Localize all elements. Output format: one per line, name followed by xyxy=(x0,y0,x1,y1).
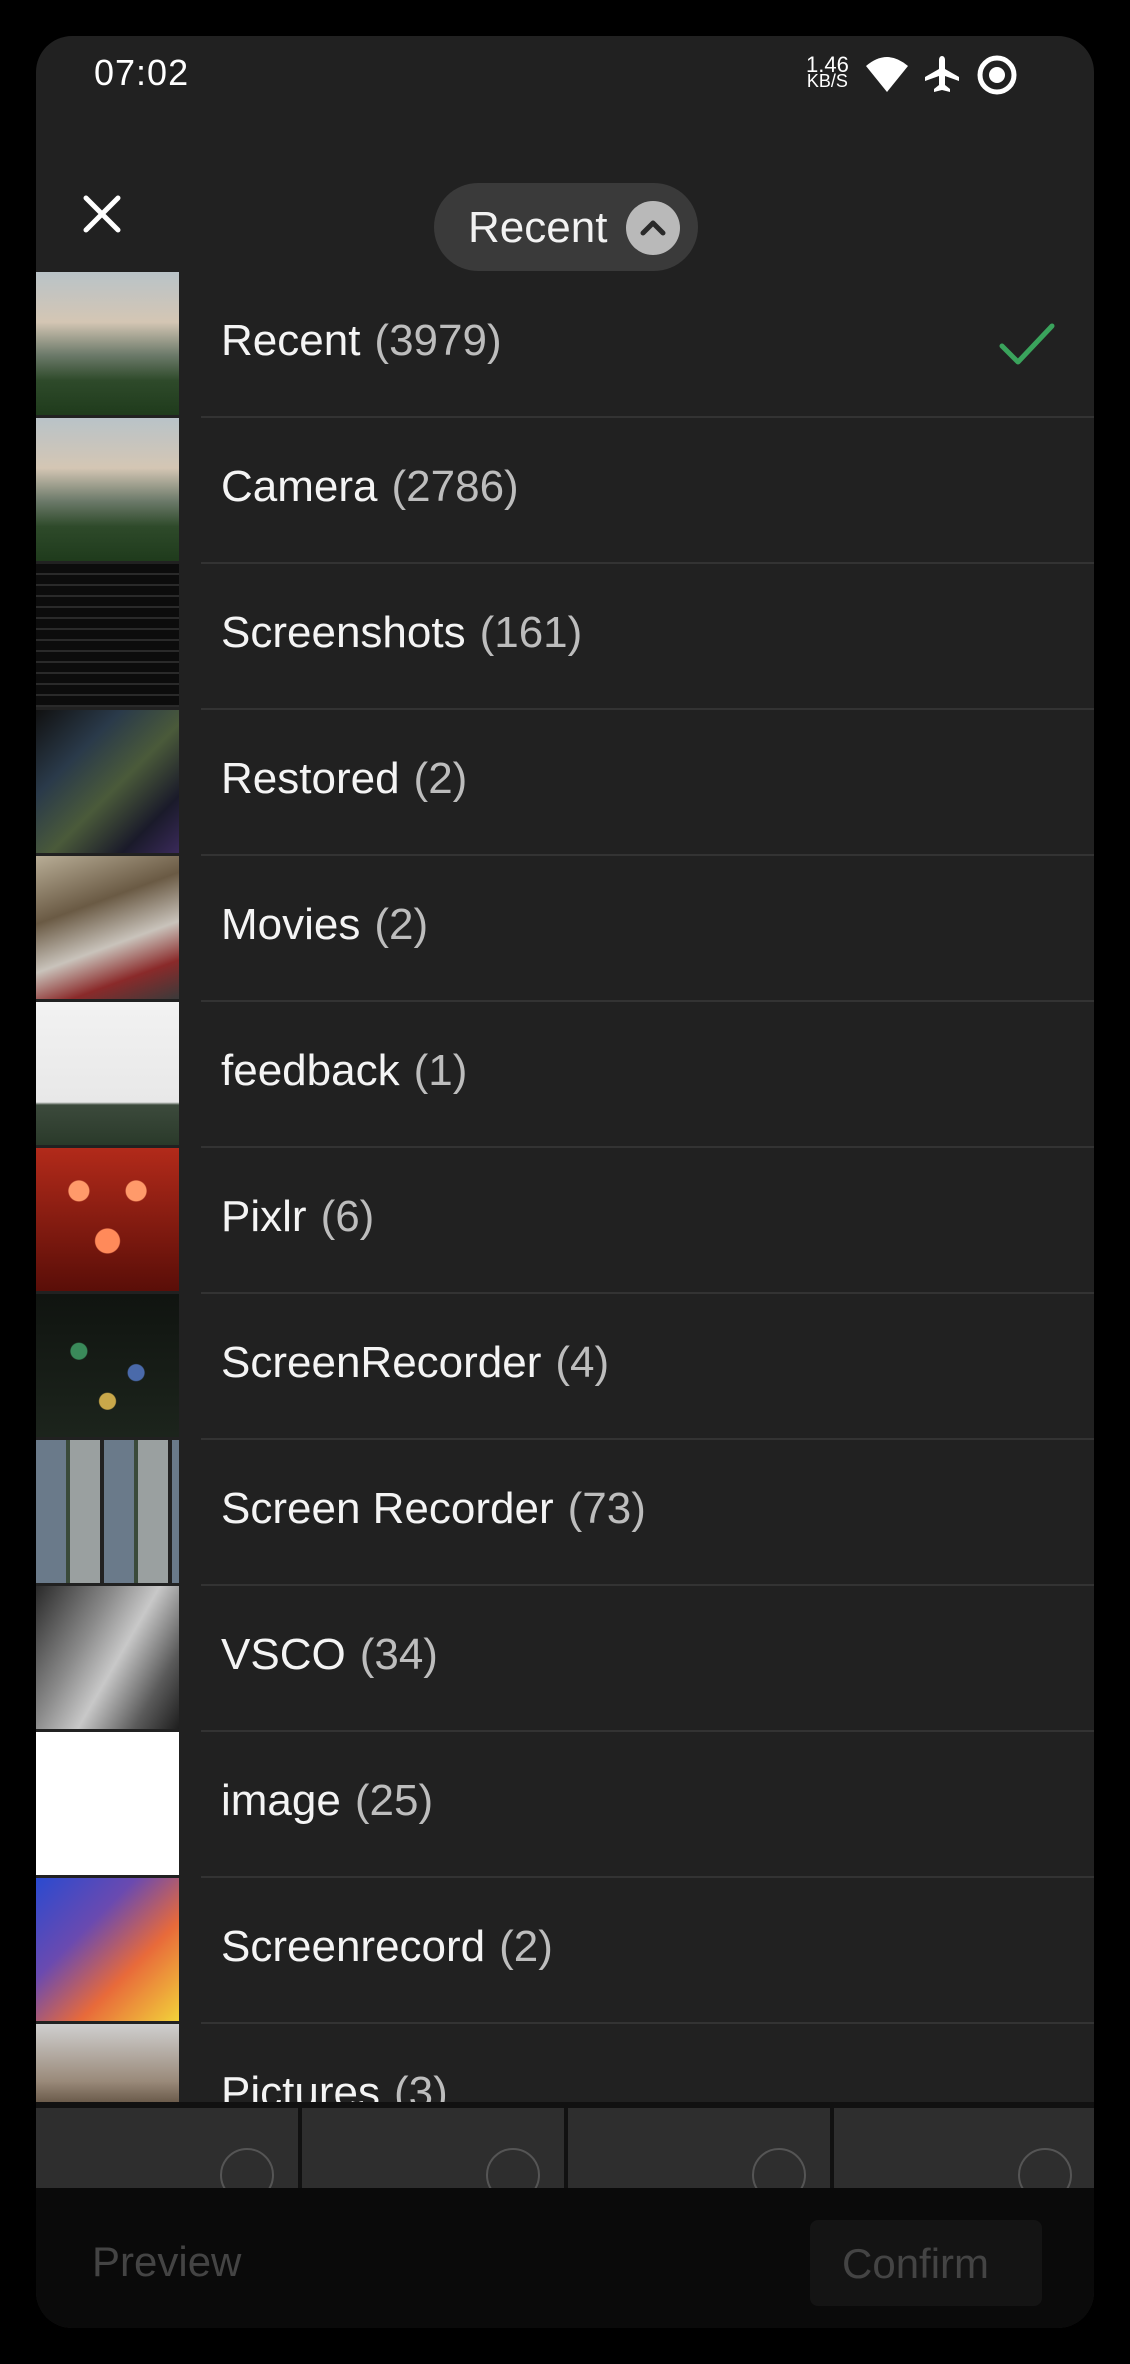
photo-grid-peek xyxy=(36,2102,1094,2202)
album-thumbnail xyxy=(36,564,179,707)
album-thumbnail xyxy=(36,272,179,415)
close-icon[interactable] xyxy=(72,184,132,244)
album-name: feedback (1) xyxy=(221,1046,468,1095)
album-thumbnail xyxy=(36,1586,179,1729)
album-name: ScreenRecorder (4) xyxy=(221,1338,610,1387)
album-row-screenshots[interactable]: Screenshots (161) xyxy=(36,564,1094,710)
album-row-vsco[interactable]: VSCO (34) xyxy=(36,1586,1094,1732)
status-time: 07:02 xyxy=(94,52,190,93)
checkmark-icon xyxy=(999,323,1055,365)
album-name: Recent (3979) xyxy=(221,316,502,365)
album-name: Movies (2) xyxy=(221,900,429,949)
album-thumbnail xyxy=(36,418,179,561)
album-row-movies[interactable]: Movies (2) xyxy=(36,856,1094,1002)
album-thumbnail xyxy=(36,1440,179,1583)
wifi-icon xyxy=(866,57,908,92)
status-bar: 07:02 1.46 KB/S xyxy=(36,36,1094,146)
album-name: Screenshots (161) xyxy=(221,608,583,657)
album-thumbnail xyxy=(36,856,179,999)
album-picker-label: Recent xyxy=(468,203,608,252)
album-thumbnail xyxy=(36,1294,179,1437)
network-speed: 1.46 KB/S xyxy=(806,54,849,91)
album-name: Screenrecord (2) xyxy=(221,1922,553,1971)
album-name: Camera (2786) xyxy=(221,462,519,511)
album-row-pixlr[interactable]: Pixlr (6) xyxy=(36,1148,1094,1294)
album-row-screenrecord[interactable]: Screenrecord (2) xyxy=(36,1878,1094,2024)
album-row-feedback[interactable]: feedback (1) xyxy=(36,1002,1094,1148)
album-row-screen-recorder[interactable]: Screen Recorder (73) xyxy=(36,1440,1094,1586)
album-thumbnail xyxy=(36,1148,179,1291)
album-thumbnail xyxy=(36,1732,179,1875)
album-row-restored[interactable]: Restored (2) xyxy=(36,710,1094,856)
ring-icon xyxy=(977,55,1017,95)
album-name: image (25) xyxy=(221,1776,434,1825)
confirm-button-label: Confirm xyxy=(842,2240,990,2287)
album-row-camera[interactable]: Camera (2786) xyxy=(36,418,1094,564)
album-thumbnail xyxy=(36,1002,179,1145)
chevron-up-icon xyxy=(626,201,680,255)
album-picker-dropdown[interactable]: Recent xyxy=(434,183,698,271)
airplane-icon xyxy=(925,56,959,92)
network-speed-unit: KB/S xyxy=(806,71,848,91)
album-list: Recent (3979) Camera (2786) Screenshots (16… xyxy=(36,272,1094,2102)
album-row-recent[interactable]: Recent (3979) xyxy=(36,272,1094,418)
album-thumbnail xyxy=(36,1878,179,2021)
album-name: Screen Recorder (73) xyxy=(221,1484,646,1533)
album-picker-screen: 07:02 1.46 KB/S Recent Recent (3979) Cam… xyxy=(36,36,1094,2328)
album-thumbnail xyxy=(36,710,179,853)
album-row-pictures[interactable]: Pictures (3) xyxy=(36,2024,1094,2102)
album-row-image[interactable]: image (25) xyxy=(36,1732,1094,1878)
bottom-bar: Preview Confirm xyxy=(36,2188,1094,2328)
confirm-button[interactable]: Confirm xyxy=(810,2220,1042,2306)
album-name: Pixlr (6) xyxy=(221,1192,375,1241)
album-row-screenrecorder[interactable]: ScreenRecorder (4) xyxy=(36,1294,1094,1440)
album-thumbnail xyxy=(36,2024,179,2102)
album-name: VSCO (34) xyxy=(221,1630,438,1679)
preview-button[interactable]: Preview xyxy=(92,2238,241,2286)
album-name: Pictures (3) xyxy=(221,2068,448,2102)
album-name: Restored (2) xyxy=(221,754,468,803)
